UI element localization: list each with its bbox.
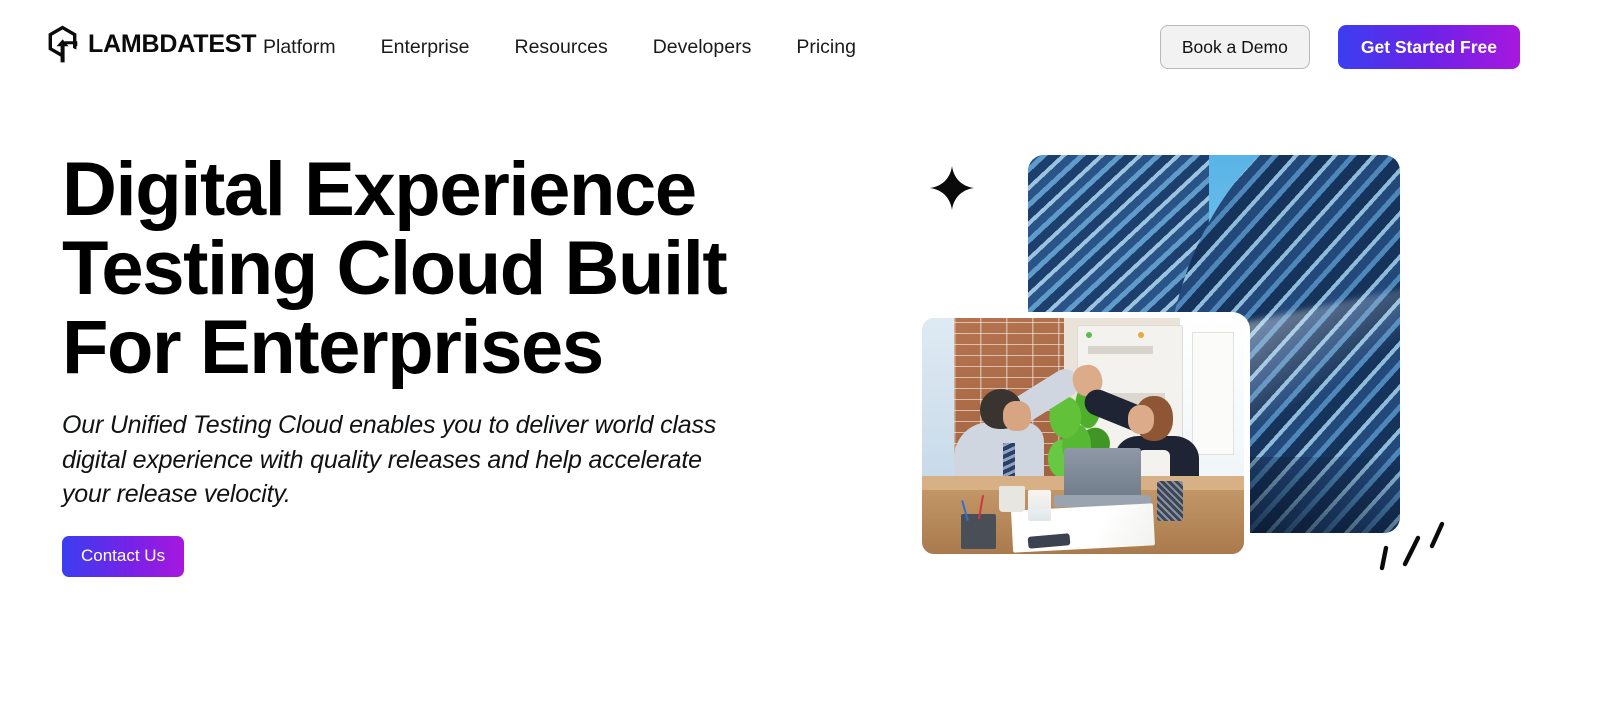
nav-item-platform[interactable]: Platform	[263, 33, 336, 61]
primary-navigation: Platform Enterprise Resources Developers…	[263, 33, 856, 61]
nav-item-enterprise[interactable]: Enterprise	[381, 33, 470, 61]
hero-subtitle: Our Unified Testing Cloud enables you to…	[62, 411, 717, 508]
desk-mug	[999, 485, 1026, 512]
office-photo	[916, 312, 1250, 560]
site-header: LAMBDATEST Platform Enterprise Resources…	[0, 0, 1600, 94]
contact-us-button[interactable]: Contact Us	[62, 535, 185, 577]
office-flipchart	[1192, 332, 1235, 455]
header-actions: Book a Demo Get Started Free	[1159, 25, 1520, 69]
lambdatest-hexagon-arrow-logo-icon	[48, 25, 78, 63]
page-root: LAMBDATEST Platform Enterprise Resources…	[0, 0, 1600, 726]
hero-image-collage	[900, 140, 1480, 600]
nav-item-pricing[interactable]: Pricing	[796, 33, 856, 61]
four-point-star-sparkle-icon	[930, 166, 974, 210]
man-face	[1002, 400, 1032, 432]
brand-name: LAMBDATEST	[88, 29, 257, 58]
laptop-screen	[1063, 447, 1141, 498]
book-a-demo-button[interactable]: Book a Demo	[1159, 25, 1310, 69]
nav-item-developers[interactable]: Developers	[653, 33, 752, 61]
hero-title: Digital Experience Testing Cloud Built F…	[62, 147, 728, 390]
office-sticky-note-orange	[1137, 332, 1144, 339]
radiating-lines-sparkle-icon	[1379, 521, 1445, 571]
hero-content: Digital Experience Testing Cloud Built F…	[62, 150, 822, 577]
desk-tumbler	[1157, 480, 1183, 521]
desk-water-glass	[1028, 490, 1051, 521]
nav-item-resources[interactable]: Resources	[514, 33, 607, 61]
woman-face	[1128, 405, 1154, 434]
brand-logo-link[interactable]: LAMBDATEST	[46, 24, 257, 64]
get-started-free-button[interactable]: Get Started Free	[1337, 25, 1520, 69]
